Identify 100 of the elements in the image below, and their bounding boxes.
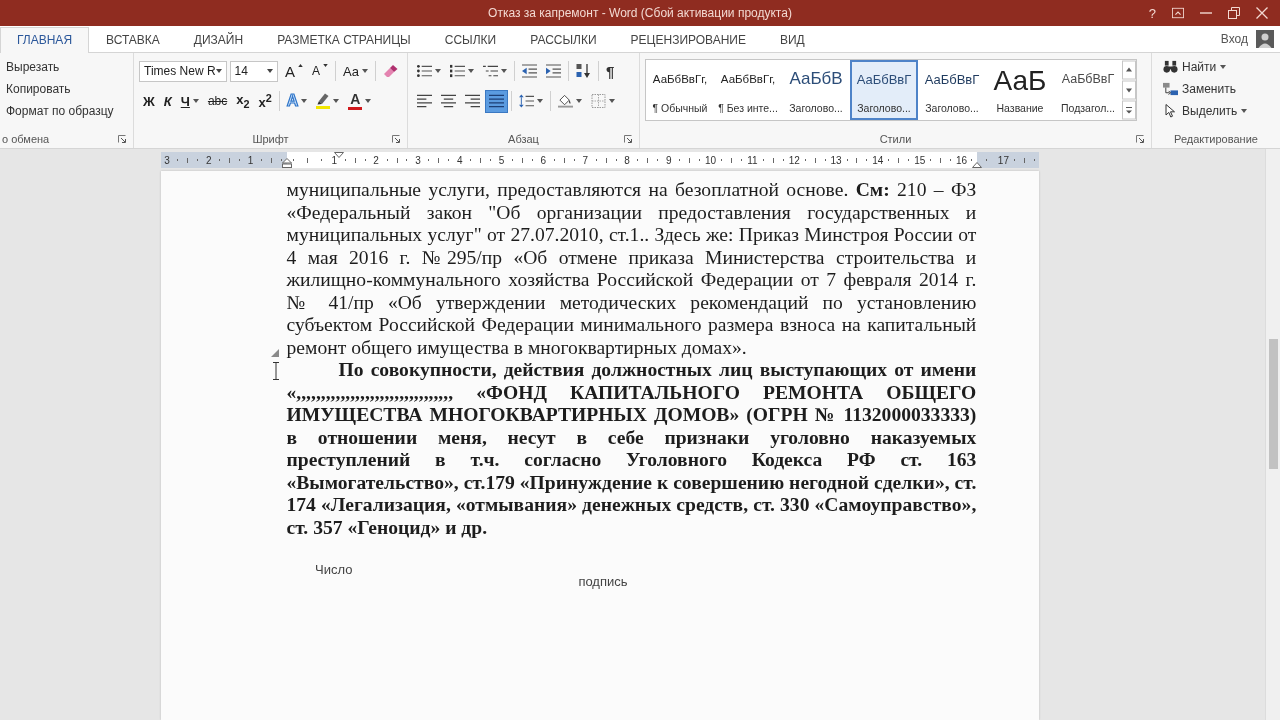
bold-button[interactable]: Ж	[139, 89, 159, 113]
caret-up-icon	[298, 63, 304, 67]
ribbon-tab[interactable]: РАССЫЛКИ	[513, 27, 614, 53]
format-painter-button[interactable]: Формат по образцу	[2, 101, 118, 121]
ribbon-tab[interactable]: РЕЦЕНЗИРОВАНИЕ	[613, 27, 763, 53]
style-item[interactable]: АаБбВ Заголово...	[782, 60, 850, 120]
paragraph-text: По совокупности, действия должностных лиц выступающих от имени «,,,,,,,,,,,,,,,,,,,,,,,,,,,,,,,, «ФОНД КАПИТАЛЬНОГО РЕМОНТА ОБЩЕГО ИМУЩЕСТВА МНОГОКВАРТИРНЫХ ДОМОВ» (ОГРН № 1132000033333) в отношении меня, несут в себе признаки уголовно наказуемых преступлений в т.ч. согласно Уголовного Кодекса РФ ст. 163 «Вымогательство», ст.179 «Принуждение к совершению негодной сделки», ст. 174 «Легализация, «отмывания» денежных средств, ст. 330 «Самоуправство», ст. 357 «Геноцид» и др.	[286, 359, 977, 540]
sign-in-link[interactable]: Вход	[1220, 32, 1248, 46]
ruler-number: 10	[704, 154, 717, 166]
show-marks-button[interactable]: ¶	[602, 59, 619, 83]
style-item[interactable]: АаБбВвГ Заголово...	[918, 60, 986, 120]
align-right-icon	[465, 94, 480, 108]
dialog-launcher-icon[interactable]	[624, 135, 632, 143]
group-label: Редактирование	[1174, 133, 1258, 145]
sort-icon	[576, 64, 591, 78]
ribbon-tab[interactable]: РАЗМЕТКА СТРАНИЦЫ	[260, 27, 428, 53]
dropdown-caret-icon	[365, 99, 372, 103]
scrollbar-thumb[interactable]	[1268, 339, 1278, 469]
ribbon-tab[interactable]: ГЛАВНАЯ	[0, 27, 90, 53]
paragraph-text: муниципальные услуги, предоставляются на безоплатной основе. См: 210 – ФЗ «Федеральный закон "Об организации предоставления государственных и муниципальных услуг" от 27.07.2010, ст.1.. Здесь же: Приказ Минстроя России от 4 мая 2016 г. №295/пр «Об отмене приказа Министерства строительства и жилищно-коммунального хозяйства Российской Федерации от 7 февраля 2014 г. № 41/пр «Об утверждении методических рекомендаций по установлению субъектом Российской Федерации минимального размера взноса на капитальный ремонт общего имущества в многоквартирных домах».	[286, 179, 977, 360]
select-button[interactable]: Выделить	[1157, 101, 1254, 121]
ribbon-tab[interactable]: ВИД	[763, 27, 822, 53]
ribbon-display-icon[interactable]	[1172, 7, 1184, 19]
ruler-number: 14	[871, 154, 884, 166]
ruler-number: 15	[913, 154, 926, 166]
dropdown-caret-icon	[435, 69, 441, 73]
ruler-number: 1	[246, 154, 255, 166]
ribbon-tab[interactable]: ВСТАВКА	[89, 27, 177, 53]
ruler-number: 2	[372, 154, 380, 166]
superscript-button[interactable]: x$^{2}$	[254, 89, 276, 113]
ruler-number: 5	[497, 154, 506, 166]
change-case-button[interactable]: Aa	[339, 59, 372, 83]
scrollbar-track[interactable]	[1265, 149, 1280, 720]
subscript-button[interactable]: x$_{2}$	[232, 89, 254, 113]
ruler-number: 16	[955, 154, 968, 166]
ruler-number: 3	[414, 154, 422, 166]
ruler-number: 8	[623, 154, 631, 166]
paint-bucket-icon	[558, 94, 573, 108]
copy-button[interactable]: Копировать	[2, 79, 75, 99]
font-size-field[interactable]: 14	[229, 60, 279, 82]
shrink-font-button[interactable]: A	[308, 59, 333, 83]
style-item[interactable]: АаБбВвГ Подзагол...	[1054, 60, 1122, 120]
bulleted-list-icon	[417, 64, 432, 78]
dropdown-caret-icon	[576, 99, 582, 103]
indent-marker-icon[interactable]	[971, 162, 982, 168]
group-label: Абзац	[508, 133, 539, 145]
scroll-up-icon[interactable]	[1122, 60, 1136, 80]
italic-button[interactable]: К	[159, 89, 176, 113]
ribbon-tab[interactable]: ССЫЛКИ	[427, 27, 514, 53]
replace-button[interactable]: Заменить	[1157, 79, 1242, 99]
dropdown-caret-icon	[192, 99, 199, 103]
dropdown-caret-icon	[362, 69, 368, 73]
replace-icon	[1163, 82, 1178, 96]
style-item[interactable]: АаБбВвГ Заголово...	[850, 60, 918, 120]
increase-indent-icon	[546, 64, 561, 78]
underline-button[interactable]: Ч	[176, 89, 203, 113]
dropdown-caret-icon	[468, 69, 474, 73]
font-color-button[interactable]: A	[344, 89, 376, 113]
style-item[interactable]: АаБ Название	[986, 60, 1054, 120]
strikethrough-button[interactable]: abc	[203, 89, 232, 113]
scroll-down-icon[interactable]	[1122, 80, 1136, 100]
dropdown-caret-icon	[301, 99, 308, 103]
restore-icon[interactable]	[1228, 7, 1240, 19]
account-avatar-icon[interactable]	[1256, 30, 1274, 48]
grow-font-button[interactable]: A	[281, 59, 308, 83]
close-icon[interactable]	[1256, 7, 1268, 19]
multilevel-list-icon	[483, 64, 498, 78]
dialog-launcher-icon[interactable]	[392, 135, 400, 143]
numbered-list-icon	[450, 64, 465, 78]
ruler-number: 9	[665, 154, 673, 166]
style-item[interactable]: АаБбВвГг, ¶ Без инте...	[714, 60, 782, 120]
font-name-field[interactable]: Times New R	[139, 60, 227, 82]
line-spacing-icon	[519, 94, 534, 108]
ruler-number: 7	[581, 154, 589, 166]
binoculars-icon	[1163, 60, 1178, 74]
dialog-launcher-icon[interactable]	[118, 135, 126, 143]
justify-icon	[489, 94, 504, 108]
ruler-number: 2	[205, 154, 213, 166]
justify-button[interactable]	[485, 89, 508, 113]
ribbon-tab[interactable]: ДИЗАЙН	[176, 27, 261, 53]
indent-marker-icon[interactable]	[281, 158, 292, 168]
dialog-launcher-icon[interactable]	[1136, 135, 1144, 143]
highlighter-pen-icon	[317, 93, 330, 105]
caption-text: подпись	[578, 573, 628, 589]
cursor-arrow-icon	[1163, 104, 1178, 118]
ruler-number: 11	[746, 154, 759, 166]
caret-down-icon	[323, 63, 329, 67]
help-button[interactable]: ?	[1148, 5, 1156, 21]
caption-text: Число	[315, 561, 353, 577]
cut-button[interactable]: Вырезать	[2, 57, 64, 77]
dropdown-caret-icon	[609, 99, 615, 103]
more-styles-icon[interactable]	[1122, 100, 1136, 120]
find-button[interactable]: Найти	[1157, 57, 1233, 77]
group-label: Шрифт	[252, 133, 289, 145]
ruler-number: 3	[163, 154, 171, 166]
style-item[interactable]: АаБбВвГг, ¶ Обычный	[646, 60, 714, 120]
ruler-number: 6	[539, 154, 548, 166]
ruler-number: 1	[330, 154, 339, 166]
indent-marker-icon[interactable]	[333, 152, 344, 158]
align-center-icon	[441, 94, 456, 108]
